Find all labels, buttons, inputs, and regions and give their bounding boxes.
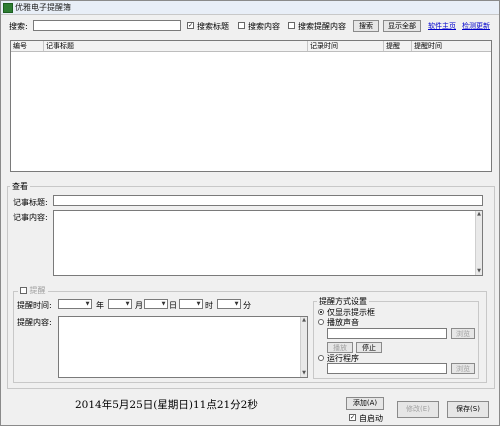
- reminder-group-label: 提醒: [29, 286, 46, 295]
- title-bar: 优雅电子提醒簿: [1, 1, 499, 15]
- note-content-textarea[interactable]: ▲ ▼: [53, 210, 483, 276]
- chevron-down-icon: ▼: [125, 301, 130, 307]
- day-select[interactable]: ▼: [144, 299, 168, 309]
- search-title-label: 搜索标题: [197, 22, 229, 31]
- autostart-checkbox[interactable]: ✓: [349, 414, 356, 421]
- homepage-link[interactable]: 软件主页: [428, 21, 456, 31]
- month-select[interactable]: ▼: [108, 299, 132, 309]
- note-title-label: 记事标题:: [13, 198, 48, 207]
- scroll-down-icon[interactable]: ▼: [301, 370, 307, 377]
- method-group-label: 提醒方式设置: [317, 296, 369, 307]
- day-unit: 日: [169, 301, 177, 310]
- main-window: 优雅电子提醒簿 搜索: ✓ 搜索标题 搜索内容 搜索提醒内容 搜索 显示全部 软…: [0, 0, 500, 426]
- col-remind-time[interactable]: 提醒时间: [412, 41, 491, 51]
- sound-browse-button[interactable]: 浏览: [451, 328, 475, 339]
- content-scrollbar[interactable]: ▲ ▼: [475, 211, 482, 275]
- col-remind[interactable]: 提醒: [384, 41, 412, 51]
- scroll-up-icon[interactable]: ▲: [301, 317, 307, 324]
- month-unit: 月: [135, 301, 143, 310]
- sound-path-input[interactable]: [327, 328, 447, 339]
- chevron-down-icon: ▼: [196, 301, 201, 307]
- enable-reminder-checkbox[interactable]: [20, 287, 27, 294]
- col-title[interactable]: 记事标题: [44, 41, 308, 51]
- save-button[interactable]: 保存(S): [447, 401, 489, 418]
- hour-select[interactable]: ▼: [179, 299, 203, 309]
- search-content-checkbox[interactable]: [238, 22, 245, 29]
- search-reminder-label: 搜索提醒内容: [298, 22, 346, 31]
- search-title-checkbox[interactable]: ✓: [187, 22, 194, 29]
- view-group-label: 查看: [10, 181, 30, 192]
- show-dialog-radio[interactable]: [318, 309, 324, 315]
- check-update-link[interactable]: 检测更新: [462, 21, 490, 31]
- chevron-down-icon: ▼: [234, 301, 239, 307]
- chevron-down-icon: ▼: [85, 301, 90, 307]
- window-title: 优雅电子提醒簿: [15, 3, 71, 12]
- current-datetime: 2014年5月25日(星期日)11点21分2秒: [75, 399, 258, 411]
- notes-list[interactable]: 编号 记事标题 记录时间 提醒 提醒时间: [10, 40, 492, 172]
- stop-button[interactable]: 停止: [356, 342, 382, 353]
- search-reminder-checkbox[interactable]: [288, 22, 295, 29]
- search-content-label: 搜索内容: [248, 22, 280, 31]
- reminder-content-textarea[interactable]: ▲ ▼: [58, 316, 308, 378]
- scroll-up-icon[interactable]: ▲: [476, 211, 482, 218]
- play-button[interactable]: 播放: [327, 342, 353, 353]
- minute-select[interactable]: ▼: [217, 299, 241, 309]
- reminder-scrollbar[interactable]: ▲ ▼: [300, 317, 307, 377]
- autostart-label: 自启动: [359, 414, 383, 423]
- chevron-down-icon: ▼: [161, 301, 166, 307]
- run-program-radio[interactable]: [318, 355, 324, 361]
- play-sound-radio[interactable]: [318, 319, 324, 325]
- show-all-button[interactable]: 显示全部: [383, 20, 421, 32]
- col-record-time[interactable]: 记录时间: [308, 41, 384, 51]
- list-header: 编号 记事标题 记录时间 提醒 提醒时间: [11, 41, 491, 52]
- note-content-label: 记事内容:: [13, 213, 48, 222]
- search-button[interactable]: 搜索: [353, 20, 379, 32]
- app-icon: [3, 3, 13, 13]
- scroll-down-icon[interactable]: ▼: [476, 268, 482, 275]
- reminder-time-label: 提醒时间:: [17, 301, 52, 310]
- program-path-input[interactable]: [327, 363, 447, 374]
- reminder-group-header: 提醒: [18, 285, 48, 296]
- search-input[interactable]: [33, 20, 181, 31]
- note-title-input[interactable]: [53, 195, 483, 206]
- year-unit: 年: [96, 301, 104, 310]
- col-id[interactable]: 编号: [11, 41, 44, 51]
- hour-unit: 时: [205, 301, 213, 310]
- program-browse-button[interactable]: 浏览: [451, 363, 475, 374]
- add-button[interactable]: 添加(A): [346, 397, 384, 410]
- reminder-content-label: 提醒内容:: [17, 318, 52, 327]
- minute-unit: 分: [243, 301, 251, 310]
- search-label: 搜索:: [9, 22, 28, 31]
- year-select[interactable]: ▼: [58, 299, 92, 309]
- play-sound-label: 播放声音: [327, 318, 359, 327]
- modify-button[interactable]: 修改(E): [397, 401, 439, 418]
